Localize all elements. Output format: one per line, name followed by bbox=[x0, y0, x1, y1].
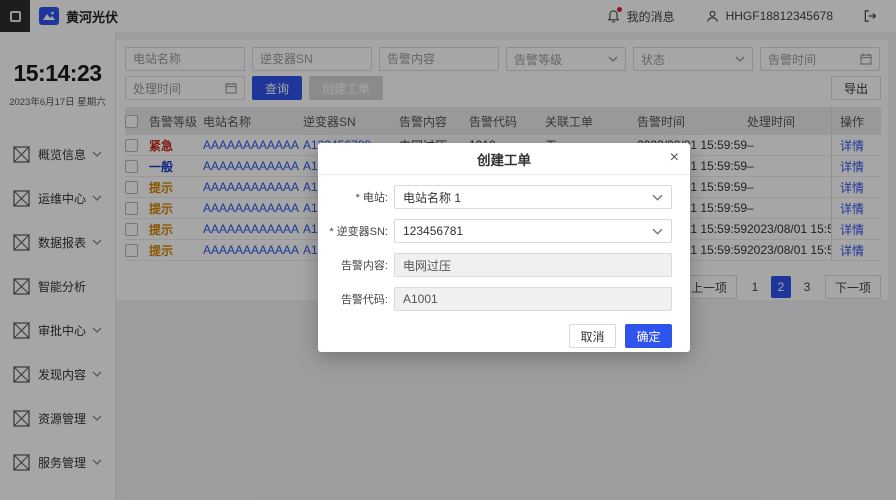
content-field-input: 电网过压 bbox=[394, 253, 672, 277]
station-field-select[interactable]: 电站名称 1 bbox=[394, 185, 672, 209]
confirm-button[interactable]: 确定 bbox=[625, 324, 672, 348]
chevron-down-icon bbox=[652, 228, 663, 235]
code-field-label: 告警代码: bbox=[340, 294, 388, 306]
modal-footer: 取消 确定 bbox=[318, 324, 690, 348]
sn-field-row: * 逆变器SN: 123456781 bbox=[318, 219, 690, 243]
content-field-label: 告警内容: bbox=[340, 260, 388, 272]
station-field-label: * 电站: bbox=[355, 192, 388, 204]
cancel-button[interactable]: 取消 bbox=[569, 324, 616, 348]
station-field-row: * 电站: 电站名称 1 bbox=[318, 185, 690, 209]
create-order-modal: 创建工单 × * 电站: 电站名称 1 * 逆变器SN: 123456781 告… bbox=[318, 143, 690, 352]
content-field-row: 告警内容: 电网过压 bbox=[318, 253, 690, 277]
close-icon[interactable]: × bbox=[670, 148, 679, 167]
code-field-input: A1001 bbox=[394, 287, 672, 311]
modal-header: 创建工单 × bbox=[318, 143, 690, 175]
sn-field-label: * 逆变器SN: bbox=[329, 226, 388, 238]
sn-field-select[interactable]: 123456781 bbox=[394, 219, 672, 243]
chevron-down-icon bbox=[652, 194, 663, 201]
sn-field-value: 123456781 bbox=[403, 224, 464, 238]
station-field-value: 电站名称 1 bbox=[403, 190, 462, 205]
modal-title: 创建工单 bbox=[477, 152, 531, 168]
code-field-row: 告警代码: A1001 bbox=[318, 287, 690, 311]
